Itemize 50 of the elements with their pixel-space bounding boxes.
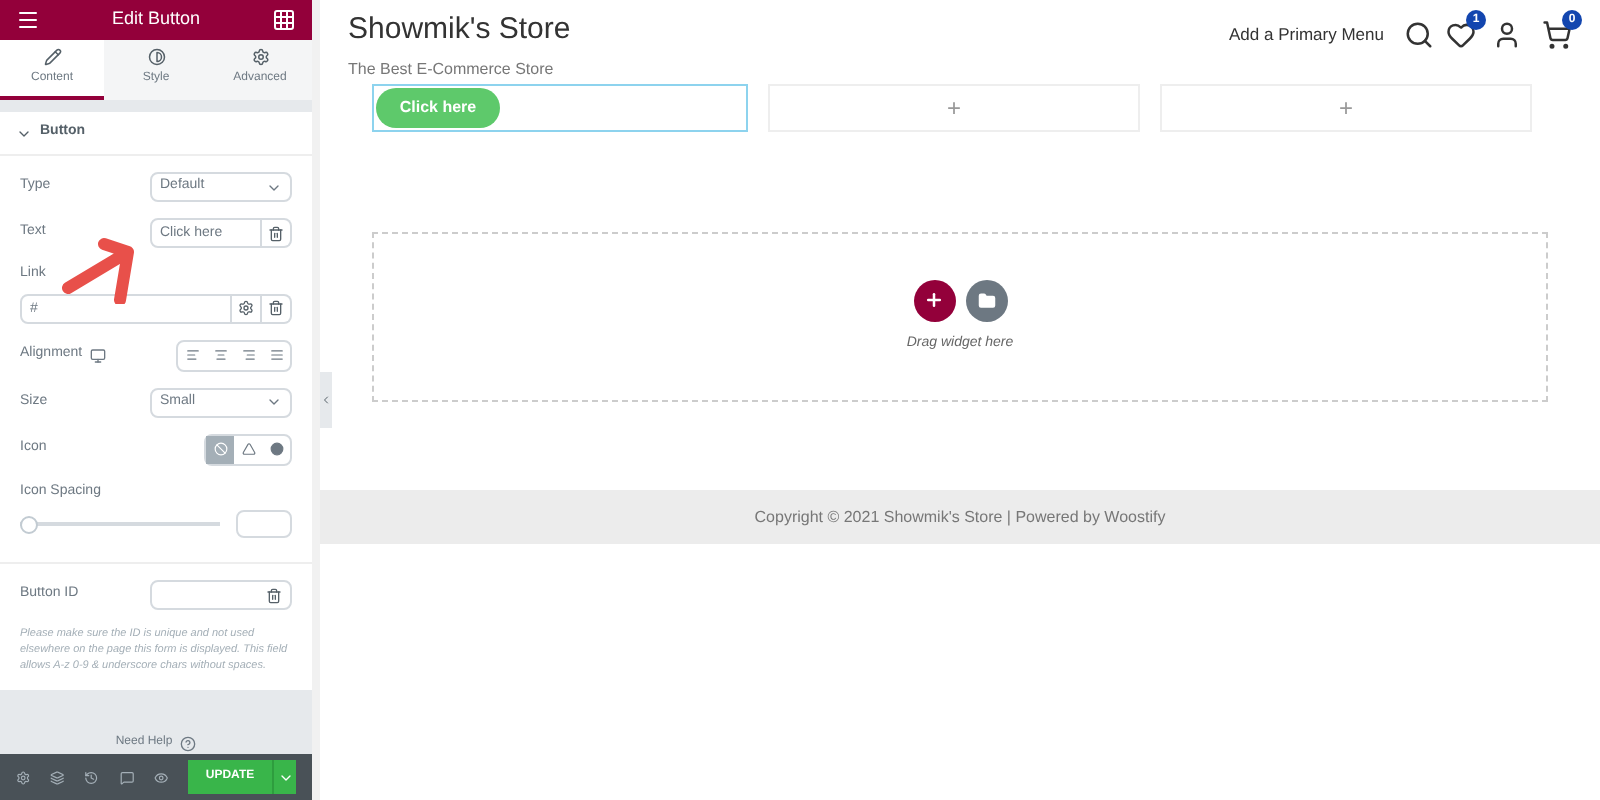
add-mark[interactable]: + [1338,90,1353,126]
caret-icon [266,394,282,410]
cart-icon[interactable] [1542,20,1572,50]
link-options-button[interactable] [232,293,262,323]
trash-icon[interactable] [266,587,282,603]
circle-icon [269,442,283,456]
primary-menu-link[interactable]: Add a Primary Menu [1229,22,1384,48]
monitor-icon[interactable] [90,347,107,363]
add-mark[interactable]: + [946,90,961,126]
align-icon [185,348,199,362]
preview-icon[interactable] [153,769,169,785]
user-icon[interactable] [1492,20,1522,50]
trash-icon [268,225,284,241]
empty-column[interactable]: + [768,84,1140,132]
number-input[interactable] [236,510,292,538]
pencil-icon [43,48,61,66]
slider-thumb[interactable] [20,515,38,533]
menu-icon[interactable] [16,8,40,32]
panel-title: Edit Button [111,6,201,33]
copyright-text: Copyright © 2021 Showmik's Store | Powered by Woostify [754,505,1166,529]
icon-option[interactable] [206,435,234,463]
trash-icon [268,300,284,316]
add-section-button[interactable] [913,279,955,322]
collapse-handle[interactable] [320,372,332,428]
settings-icon[interactable] [16,769,31,785]
grid-icon[interactable] [272,8,296,32]
align-icon [269,348,283,362]
empty-column[interactable]: + [1160,84,1532,132]
align-icon [213,348,227,362]
plus-icon [924,290,944,311]
store-tagline: The Best E-Commerce Store [348,57,556,81]
contrast-icon [147,48,165,66]
layers-icon[interactable] [50,769,65,785]
store-name[interactable]: Showmik's Store [348,8,571,53]
triangle-icon [241,442,255,456]
settings-icon [251,48,269,66]
folder-icon [977,291,995,310]
search-icon[interactable] [1404,20,1434,50]
settings-icon [238,300,254,316]
help-icon[interactable] [180,735,197,751]
template-button[interactable] [965,279,1007,322]
clear-button[interactable] [262,218,292,248]
history-icon[interactable] [84,769,100,785]
heart-icon[interactable] [1446,20,1476,50]
align-icon [241,348,255,362]
button-id-input[interactable] [150,580,292,610]
chevron-left-icon [320,394,332,406]
update-options-button[interactable] [272,760,297,794]
clear-button[interactable] [262,293,292,323]
ban-icon [213,442,227,456]
